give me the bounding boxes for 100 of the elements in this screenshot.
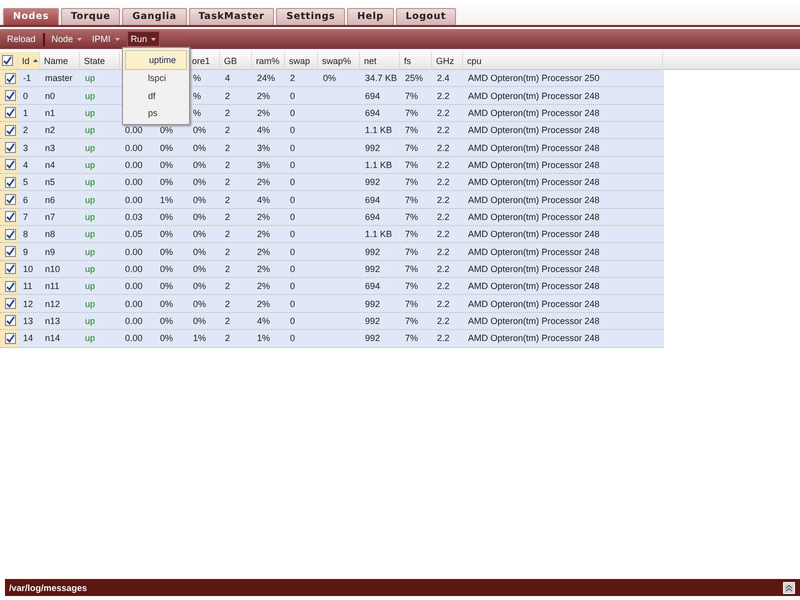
table-cell: 7% <box>405 229 418 240</box>
nav-tab[interactable]: Ganglia <box>122 8 187 25</box>
table-cell: 2 <box>225 125 230 136</box>
table-cell: 0% <box>193 264 206 274</box>
table-cell: 2 <box>225 264 230 274</box>
table-cell: 7% <box>405 264 418 274</box>
table-cell: 2 <box>225 142 230 153</box>
table-cell: up <box>85 125 96 136</box>
table-cell: up <box>85 73 96 84</box>
menu-item[interactable]: uptime <box>125 50 187 70</box>
table-cell: n12 <box>45 298 60 309</box>
table-cell: 0 <box>23 90 28 101</box>
table-cell: up <box>85 246 96 257</box>
row-checkbox[interactable] <box>5 263 16 274</box>
table-cell: 7% <box>405 281 418 292</box>
table-cell: up <box>85 316 96 326</box>
table-cell: 2% <box>257 298 270 309</box>
table-cell: 2 <box>23 125 28 136</box>
column-header[interactable]: cpu <box>463 52 663 69</box>
column-header[interactable]: swap <box>285 52 318 69</box>
row-checkbox[interactable] <box>5 332 16 344</box>
table-cell: 6 <box>23 194 28 205</box>
table-cell: 34.7 KB <box>365 73 398 84</box>
table-cell: 3 <box>23 142 28 153</box>
row-checkbox[interactable] <box>5 142 16 154</box>
table-cell: 694 <box>365 108 380 118</box>
row-checkbox[interactable] <box>5 72 16 84</box>
row-checkbox[interactable] <box>5 124 16 136</box>
table-cell: 2% <box>257 90 270 101</box>
table-cell: 2.2 <box>437 281 450 292</box>
column-header[interactable]: swap% <box>318 52 360 69</box>
table-cell: 0.00 <box>125 298 143 309</box>
table-cell: n1 <box>45 108 56 118</box>
table-cell: up <box>85 108 96 118</box>
column-header[interactable]: State <box>80 52 120 69</box>
table-cell: 7% <box>405 177 418 188</box>
table-cell: AMD Opteron(tm) Processor 248 <box>468 298 600 309</box>
column-header[interactable]: net <box>360 52 400 69</box>
nav-tab[interactable]: Settings <box>276 8 346 25</box>
table-cell: 0% <box>160 246 174 257</box>
row-checkbox[interactable] <box>5 211 16 222</box>
menu-button[interactable]: IPMI <box>89 32 123 46</box>
column-header[interactable]: Name <box>40 52 80 69</box>
table-cell: 0 <box>290 142 296 153</box>
table-cell: 2.2 <box>437 90 450 101</box>
row-checkbox[interactable] <box>5 228 16 240</box>
table-cell: 0 <box>290 316 296 326</box>
table-cell: 0% <box>160 125 174 136</box>
column-header[interactable]: Id <box>18 52 40 69</box>
table-cell: AMD Opteron(tm) Processor 248 <box>468 281 600 292</box>
table-cell: 4 <box>23 160 28 170</box>
table-cell: up <box>85 194 96 205</box>
nav-tab[interactable]: Nodes <box>3 8 59 25</box>
table-cell: n2 <box>45 125 56 136</box>
nav-tab[interactable]: Logout <box>396 8 456 25</box>
row-checkbox[interactable] <box>5 159 16 170</box>
table-cell: 0 <box>290 298 296 309</box>
table-cell: 0 <box>290 90 296 101</box>
select-all-checkbox[interactable] <box>2 55 13 66</box>
table-cell: n4 <box>45 160 56 170</box>
table-cell: n8 <box>45 229 56 240</box>
table-cell: 0% <box>160 264 174 274</box>
menu-button[interactable]: Run <box>126 31 160 47</box>
nav-tab[interactable]: TaskMaster <box>188 8 274 25</box>
table-cell: n3 <box>45 142 56 153</box>
table-cell: 0 <box>290 246 296 257</box>
column-header[interactable]: fs <box>400 52 432 69</box>
caret-icon <box>151 38 156 40</box>
menu-button[interactable]: Node <box>48 32 86 46</box>
table-cell: 7% <box>405 90 418 101</box>
column-label: ore1 <box>192 56 210 66</box>
row-checkbox[interactable] <box>5 194 16 206</box>
row-checkbox[interactable] <box>5 315 16 326</box>
menu-item[interactable]: ps <box>125 104 187 122</box>
toolbar-button[interactable]: Reload <box>4 32 39 46</box>
table-cell: 2% <box>257 177 270 188</box>
table-cell: 0.00 <box>125 142 143 153</box>
collapse-icon[interactable] <box>783 582 795 594</box>
table-cell: -1 <box>23 73 32 84</box>
table-cell: 2.2 <box>437 142 450 153</box>
column-header[interactable]: GHz <box>432 52 463 69</box>
menu-item[interactable]: lspci <box>125 70 187 87</box>
row-checkbox[interactable] <box>5 107 16 118</box>
row-checkbox[interactable] <box>5 176 16 188</box>
nav-tab[interactable]: Help <box>347 8 394 25</box>
table-cell: 992 <box>365 246 380 257</box>
menu-item[interactable]: df <box>125 87 187 104</box>
table-cell: 2 <box>225 90 230 101</box>
row-checkbox[interactable] <box>5 246 16 258</box>
row-checkbox[interactable] <box>5 280 16 292</box>
column-header[interactable]: ram% <box>252 52 285 69</box>
row-checkbox[interactable] <box>5 298 16 310</box>
column-header[interactable]: GB <box>220 52 252 69</box>
table-cell: up <box>85 212 96 222</box>
nav-tab[interactable]: Torque <box>60 8 120 25</box>
table-cell: n0 <box>45 90 56 101</box>
row-checkbox[interactable] <box>5 90 16 102</box>
table-cell: AMD Opteron(tm) Processor 248 <box>468 160 600 170</box>
column-label: net <box>364 56 377 66</box>
table-cell: 4% <box>257 125 270 136</box>
